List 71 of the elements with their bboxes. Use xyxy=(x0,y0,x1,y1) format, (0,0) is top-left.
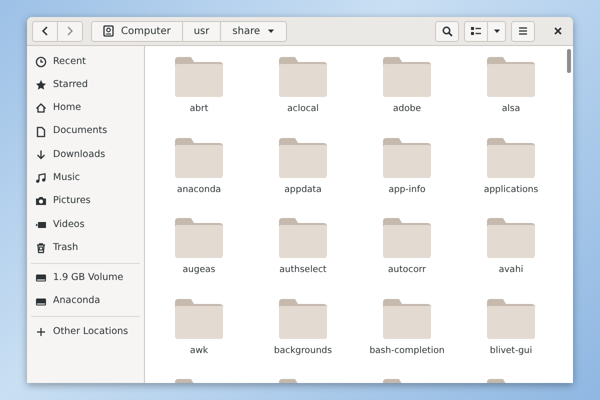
sidebar-item[interactable]: 1.9 GB Volume xyxy=(27,266,144,290)
folder-item[interactable]: autocorr xyxy=(355,218,459,298)
folder-item[interactable]: augeas xyxy=(147,218,251,298)
search-icon xyxy=(442,26,452,36)
folder-icon xyxy=(175,57,223,97)
sidebar-item[interactable]: Music xyxy=(27,166,144,190)
folder-item[interactable]: alsa xyxy=(459,57,563,138)
folder-icon xyxy=(279,57,327,97)
close-icon xyxy=(553,26,563,36)
drive-icon xyxy=(35,296,47,308)
path-button[interactable]: Computer xyxy=(91,20,183,42)
drive-icon xyxy=(35,272,47,284)
caret-icon xyxy=(492,28,500,34)
scrollbar-thumb[interactable] xyxy=(567,49,571,73)
folder-icon xyxy=(175,218,223,258)
folder-icon xyxy=(175,138,223,178)
back-button[interactable] xyxy=(32,20,58,42)
folder-item[interactable]: aclocal xyxy=(251,57,355,138)
sidebar-item[interactable]: Home xyxy=(27,96,144,120)
menu-icon xyxy=(518,26,528,36)
sidebar-item[interactable]: Starred xyxy=(27,73,144,97)
folder-item[interactable]: adobe xyxy=(355,57,459,138)
folder-item[interactable]: appdata xyxy=(251,138,355,218)
folder-icon xyxy=(383,218,431,258)
folder-icon xyxy=(487,138,535,178)
folder-item[interactable]: authselect xyxy=(251,218,355,298)
trash-icon xyxy=(35,242,47,254)
view-mode-button[interactable] xyxy=(464,20,488,42)
view-options-button[interactable] xyxy=(488,20,506,42)
folder-icon xyxy=(279,298,327,338)
path-button[interactable]: share xyxy=(221,20,288,42)
sidebar-item[interactable]: Other Locations xyxy=(27,320,144,344)
folder-icon xyxy=(279,138,327,178)
drive-icon xyxy=(103,25,114,37)
sidebar-item[interactable]: Documents xyxy=(27,120,144,144)
clock-icon xyxy=(35,56,47,68)
document-icon xyxy=(35,126,47,138)
star-icon xyxy=(35,78,47,91)
folder-icon xyxy=(487,57,535,97)
folder-item[interactable]: anaconda xyxy=(147,138,251,218)
sidebar-item[interactable]: Anaconda xyxy=(27,290,144,314)
sidebar-item[interactable]: Pictures xyxy=(27,190,144,214)
folder-icon xyxy=(175,298,223,338)
folder-item[interactable]: abrt xyxy=(147,57,251,138)
caret-icon xyxy=(267,28,276,34)
folder-icon xyxy=(487,298,535,338)
folder-item[interactable]: avahi xyxy=(459,218,563,298)
download-arrow-icon xyxy=(35,148,47,161)
folder-icon xyxy=(383,138,431,178)
sidebar-item[interactable]: Trash xyxy=(27,236,144,260)
folder-icon xyxy=(487,218,535,258)
music-note-icon xyxy=(35,172,47,184)
folder-item[interactable]: bash-completion xyxy=(355,298,459,379)
folder-item[interactable]: blivet-gui xyxy=(459,298,563,379)
sidebar-item[interactable]: Downloads xyxy=(27,143,144,166)
search-button[interactable] xyxy=(435,20,459,42)
path-button[interactable]: usr xyxy=(182,20,222,42)
folder-item[interactable]: awk xyxy=(147,298,251,379)
camera-icon xyxy=(35,195,47,208)
folder-icon xyxy=(279,218,327,258)
sidebar-item[interactable]: Videos xyxy=(27,213,144,236)
folder-item[interactable]: app-info xyxy=(355,138,459,218)
folder-item[interactable]: applications xyxy=(459,138,563,218)
folder-item[interactable]: backgrounds xyxy=(251,298,355,379)
home-icon xyxy=(35,102,47,114)
list-view-icon xyxy=(471,26,481,36)
menu-button[interactable] xyxy=(511,20,535,42)
folder-icon xyxy=(383,57,431,97)
sidebar-item[interactable]: Recent xyxy=(27,50,144,74)
folder-icon xyxy=(383,298,431,338)
plus-icon xyxy=(35,326,47,338)
